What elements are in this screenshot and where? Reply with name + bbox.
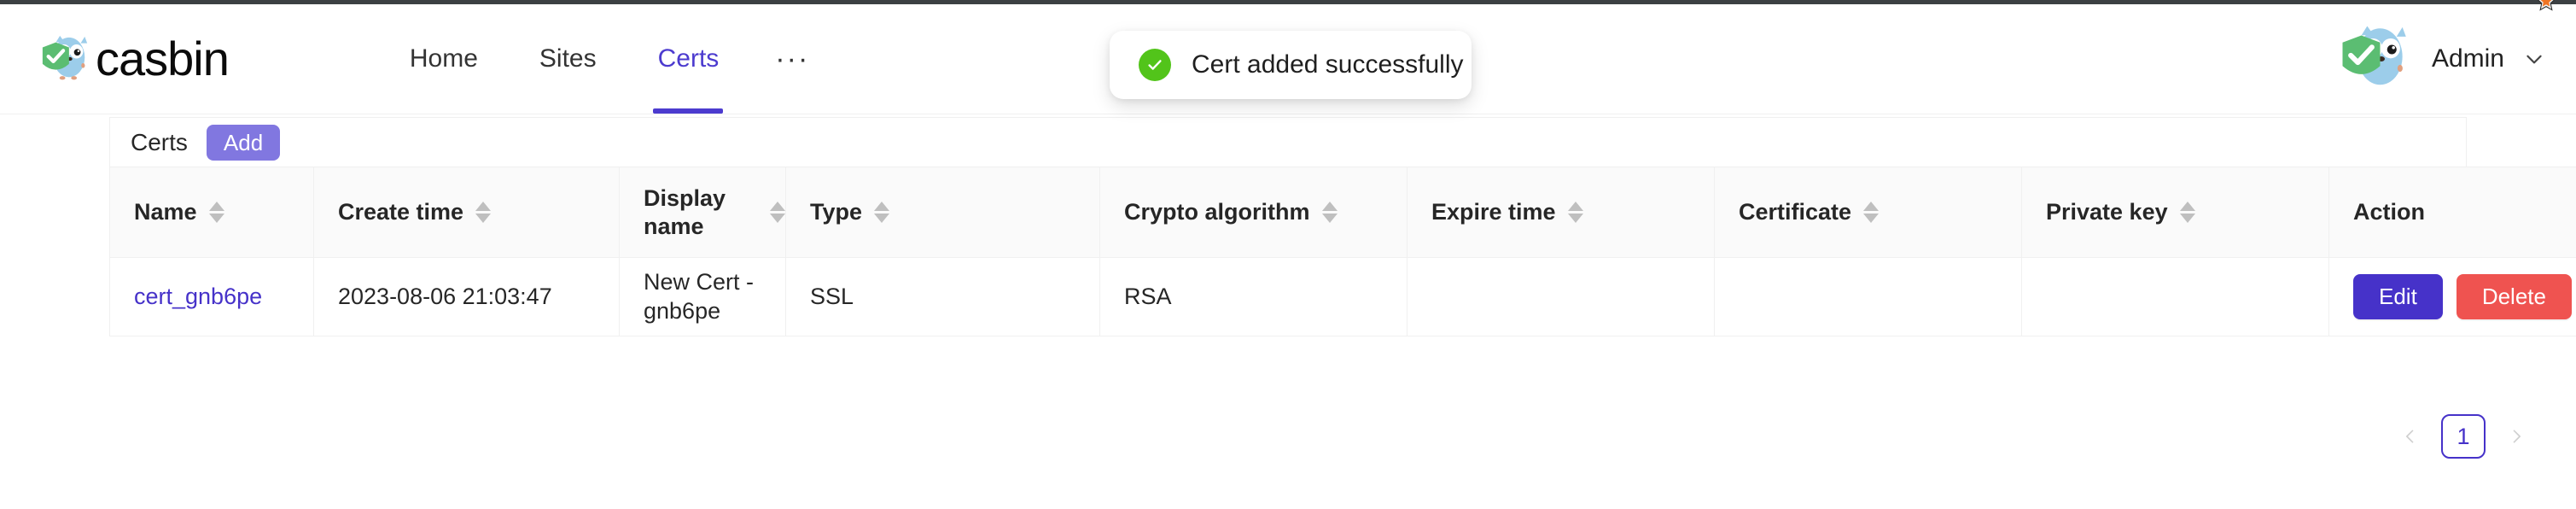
- table-body: cert_gnb6pe 2023-08-06 21:03:47 New Cert…: [109, 257, 2576, 336]
- nav-item-sites[interactable]: Sites: [509, 4, 627, 114]
- column-header-crypto-algorithm[interactable]: Crypto algorithm: [1099, 167, 1407, 258]
- column-header-name[interactable]: Name: [109, 167, 314, 258]
- certs-table-wrap: Name Create time Display name Type Crypt…: [109, 167, 2576, 336]
- nav-item-label: Home: [409, 44, 478, 73]
- page-number-1[interactable]: 1: [2441, 414, 2486, 459]
- certs-card: Certs Add: [109, 117, 2467, 167]
- table-header-row: Name Create time Display name Type Crypt…: [109, 167, 2576, 258]
- cell-create-time: 2023-08-06 21:03:47: [313, 257, 620, 336]
- toast-notification: Cert added successfully: [1110, 31, 1472, 99]
- column-header-display-name[interactable]: Display name: [619, 167, 786, 258]
- column-header-create-time[interactable]: Create time: [313, 167, 620, 258]
- column-header-expire-time[interactable]: Expire time: [1407, 167, 1715, 258]
- edit-button[interactable]: Edit: [2353, 274, 2443, 319]
- column-header-type[interactable]: Type: [785, 167, 1100, 258]
- avatar: [2338, 21, 2413, 97]
- column-label: Certificate: [1739, 199, 1852, 225]
- column-label: Create time: [338, 199, 464, 225]
- cell-display-name: New Cert - gnb6pe: [619, 257, 786, 336]
- account-name: Admin: [2431, 44, 2504, 73]
- column-label: Expire time: [1431, 199, 1556, 225]
- column-label: Display name: [644, 184, 726, 239]
- nav-item-label: Sites: [539, 44, 597, 73]
- cell-action: Edit Delete: [2328, 257, 2576, 336]
- account-menu[interactable]: Admin: [2338, 4, 2545, 114]
- nav-item-more[interactable]: ···: [749, 4, 835, 114]
- ellipsis-icon: ···: [775, 42, 810, 75]
- delete-button[interactable]: Delete: [2456, 274, 2572, 319]
- sort-icon[interactable]: [2179, 202, 2195, 223]
- column-label: Type: [810, 199, 863, 225]
- main-nav: Home Sites Certs ···: [379, 4, 835, 114]
- column-label: Name: [134, 199, 197, 225]
- check-circle-icon: [1139, 49, 1171, 81]
- column-header-certificate[interactable]: Certificate: [1714, 167, 2022, 258]
- page-title: Certs: [131, 129, 188, 155]
- cell-name: cert_gnb6pe: [109, 257, 314, 336]
- toast-message: Cert added successfully: [1192, 50, 1464, 79]
- cell-private-key: [2021, 257, 2329, 336]
- chevron-down-icon[interactable]: [2523, 48, 2545, 70]
- sort-icon[interactable]: [874, 202, 890, 223]
- pagination: 1: [2392, 414, 2535, 459]
- column-header-private-key[interactable]: Private key: [2021, 167, 2329, 258]
- cert-name-link[interactable]: cert_gnb6pe: [134, 284, 262, 309]
- brand-logo[interactable]: casbin: [39, 0, 2556, 85]
- table-header: Name Create time Display name Type Crypt…: [109, 167, 2576, 258]
- add-button[interactable]: Add: [206, 124, 281, 161]
- column-label: Private key: [2046, 199, 2168, 225]
- sort-icon[interactable]: [1321, 202, 1338, 223]
- nav-item-label: Certs: [657, 44, 720, 73]
- column-label: Action: [2353, 199, 2425, 225]
- column-header-action: Action: [2328, 167, 2576, 258]
- table-row: cert_gnb6pe 2023-08-06 21:03:47 New Cert…: [109, 257, 2576, 336]
- chevron-right-icon[interactable]: [2497, 418, 2535, 455]
- nav-item-certs[interactable]: Certs: [627, 4, 750, 114]
- chevron-left-icon[interactable]: [2392, 418, 2429, 455]
- sort-icon[interactable]: [208, 202, 224, 223]
- sort-icon[interactable]: [770, 202, 785, 223]
- casbin-gopher-shield-logo-icon: [39, 32, 92, 85]
- sort-icon[interactable]: [1567, 202, 1583, 223]
- column-label: Crypto algorithm: [1124, 199, 1310, 225]
- nav-item-home[interactable]: Home: [379, 4, 509, 114]
- cell-certificate: [1714, 257, 2022, 336]
- brand-name: casbin: [96, 32, 230, 85]
- cell-type: SSL: [785, 257, 1100, 336]
- sort-icon[interactable]: [1863, 202, 1880, 223]
- page-root: casbin Home Sites Certs ··· Admin Cert a…: [0, 0, 2576, 509]
- cell-expire-time: [1407, 257, 1715, 336]
- sort-icon[interactable]: [475, 202, 492, 223]
- cell-crypto-algorithm: RSA: [1099, 257, 1407, 336]
- card-header: Certs Add: [110, 118, 2466, 167]
- certs-table: Name Create time Display name Type Crypt…: [109, 167, 2576, 336]
